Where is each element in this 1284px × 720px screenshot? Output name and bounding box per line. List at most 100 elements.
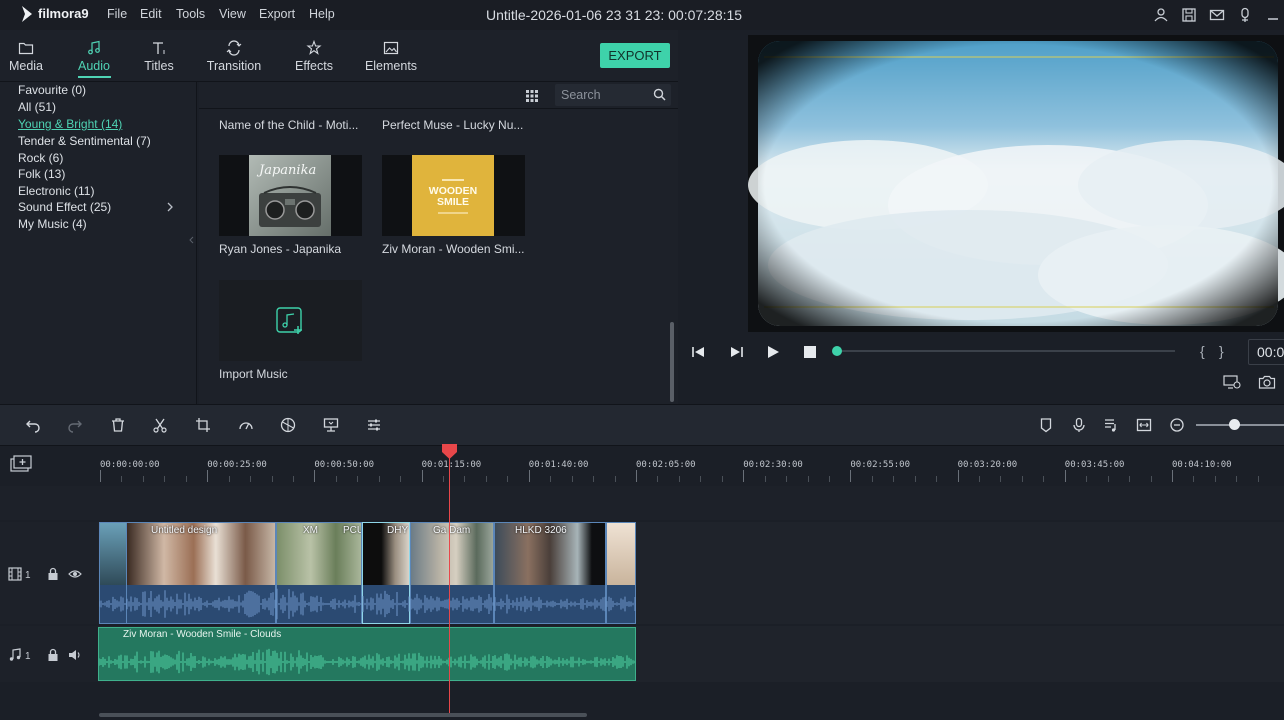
undo-icon[interactable] — [25, 417, 41, 433]
search-input[interactable] — [561, 87, 649, 103]
tab-titles[interactable]: Titles — [140, 30, 178, 82]
category-tender-sentimental[interactable]: Tender & Sentimental (7) — [18, 134, 151, 148]
speaker-icon[interactable] — [68, 648, 82, 662]
mark-out-button[interactable]: } — [1219, 343, 1224, 359]
video-clip-label: XM — [303, 525, 318, 536]
video-clip-label: Ga Dam — [433, 525, 471, 536]
export-button[interactable]: EXPORT — [600, 43, 670, 68]
tab-transition[interactable]: Transition — [204, 30, 264, 82]
ruler-minor-tick — [1214, 476, 1216, 482]
category-folk[interactable]: Folk (13) — [18, 167, 65, 181]
ruler-major-tick — [957, 470, 959, 482]
active-tab-indicator — [78, 76, 111, 78]
collapse-panel-icon[interactable] — [189, 236, 194, 244]
audio-mixer-icon[interactable] — [1103, 417, 1119, 433]
zoom-slider-handle[interactable] — [1229, 419, 1240, 430]
category-electronic[interactable]: Electronic (11) — [18, 184, 94, 198]
redo-icon[interactable] — [67, 417, 83, 433]
category-rock[interactable]: Rock (6) — [18, 151, 63, 165]
download-icon[interactable] — [1237, 7, 1253, 23]
split-scissors-icon[interactable] — [152, 417, 168, 433]
ruler-time-label: 00:00:50:00 — [314, 460, 374, 470]
folder-icon — [18, 40, 34, 56]
audio-track-header: 1 — [0, 626, 98, 682]
ruler-minor-tick — [678, 476, 680, 482]
chevron-right-icon[interactable] — [166, 201, 174, 213]
tab-media-label: Media — [8, 59, 44, 73]
category-young-bright[interactable]: Young & Bright (14) — [18, 117, 122, 131]
audio-clip[interactable]: Ziv Moran - Wooden Smile - Clouds — [98, 627, 636, 681]
ruler-major-tick — [421, 470, 423, 482]
media-item-label[interactable]: Perfect Muse - Lucky Nu... — [382, 118, 527, 132]
media-item-label-wooden-smile[interactable]: Ziv Moran - Wooden Smi... — [382, 242, 526, 256]
menu-tools[interactable]: Tools — [176, 7, 205, 21]
preview-seek-bar[interactable] — [836, 350, 1175, 352]
menu-file[interactable]: File — [107, 7, 127, 21]
menu-view[interactable]: View — [219, 7, 246, 21]
effects-icon — [306, 40, 322, 56]
account-icon[interactable] — [1153, 7, 1169, 23]
category-sound-effect[interactable]: Sound Effect (25) — [18, 200, 111, 214]
snapshot-camera-icon[interactable] — [1258, 374, 1276, 390]
category-all[interactable]: All (51) — [18, 100, 56, 114]
minimize-icon[interactable] — [1265, 7, 1281, 23]
previous-frame-icon[interactable] — [691, 344, 707, 360]
import-music-label[interactable]: Import Music — [219, 367, 363, 381]
mark-in-button[interactable]: { — [1200, 343, 1205, 359]
ruler-major-tick — [1064, 470, 1066, 482]
eye-icon[interactable] — [68, 567, 82, 581]
ruler-minor-tick — [807, 476, 809, 482]
import-music-tile[interactable] — [219, 280, 362, 361]
video-clip-label: HLKD 3206 — [515, 525, 567, 536]
adjust-settings-icon[interactable] — [366, 417, 382, 433]
seek-handle[interactable] — [832, 346, 842, 356]
fit-timeline-icon[interactable] — [1136, 417, 1152, 433]
lock-icon[interactable] — [46, 648, 60, 662]
video-audio-waveform — [99, 588, 636, 620]
ruler-major-tick — [1172, 470, 1173, 482]
grid-view-icon[interactable] — [524, 88, 540, 104]
search-icon[interactable] — [653, 88, 666, 101]
green-screen-icon[interactable] — [323, 417, 339, 433]
menu-help[interactable]: Help — [309, 7, 335, 21]
media-scrollbar[interactable] — [670, 322, 674, 402]
stop-icon[interactable] — [802, 344, 818, 360]
media-item-label[interactable]: Name of the Child - Moti... — [219, 118, 364, 132]
tab-effects[interactable]: Effects — [292, 30, 336, 82]
timeline-horizontal-scrollbar[interactable] — [99, 713, 587, 717]
tab-media[interactable]: Media — [6, 30, 46, 82]
tab-audio[interactable]: Audio — [74, 30, 114, 82]
display-settings-icon[interactable] — [1223, 374, 1241, 390]
timeline-zoom-slider[interactable] — [1196, 424, 1284, 426]
category-my-music[interactable]: My Music (4) — [18, 217, 87, 231]
play-pause-icon[interactable] — [728, 344, 744, 360]
timeline-ruler[interactable]: 00:00:00:00 00:00:25:00 00:00:50:00 00:01:1… — [0, 446, 1284, 486]
tab-elements-label: Elements — [364, 59, 418, 73]
playhead-handle[interactable] — [442, 444, 457, 459]
menu-edit[interactable]: Edit — [140, 7, 162, 21]
save-icon[interactable] — [1181, 7, 1197, 23]
menu-export[interactable]: Export — [259, 7, 295, 21]
marker-icon[interactable] — [1038, 417, 1054, 433]
color-icon[interactable] — [280, 417, 296, 433]
ruler-minor-tick — [378, 476, 380, 482]
zoom-out-icon[interactable] — [1169, 417, 1185, 433]
crop-icon[interactable] — [195, 417, 211, 433]
voiceover-mic-icon[interactable] — [1071, 417, 1087, 433]
ruler-time-label: 00:03:20:00 — [957, 460, 1018, 470]
ruler-time-label: 00:01:15:00 — [421, 460, 482, 470]
speed-icon[interactable] — [238, 417, 254, 433]
delete-icon[interactable] — [110, 417, 126, 433]
play-icon[interactable] — [765, 344, 781, 360]
mail-icon[interactable] — [1209, 7, 1225, 23]
tab-elements[interactable]: Elements — [364, 30, 418, 82]
media-thumbnail-japanika[interactable]: Japanika — [219, 155, 362, 236]
ruler-minor-tick — [871, 476, 873, 482]
lock-icon[interactable] — [46, 567, 60, 581]
timeline-toolbar — [0, 404, 1284, 446]
category-favourite[interactable]: Favourite (0) — [18, 83, 86, 97]
media-item-label-japanika[interactable]: Ryan Jones - Japanika — [219, 242, 363, 256]
ruler-minor-tick — [1043, 476, 1045, 482]
audio-track-number: 1 — [25, 651, 31, 662]
media-thumbnail-wooden-smile[interactable]: WOODEN SMILE — [382, 155, 525, 236]
